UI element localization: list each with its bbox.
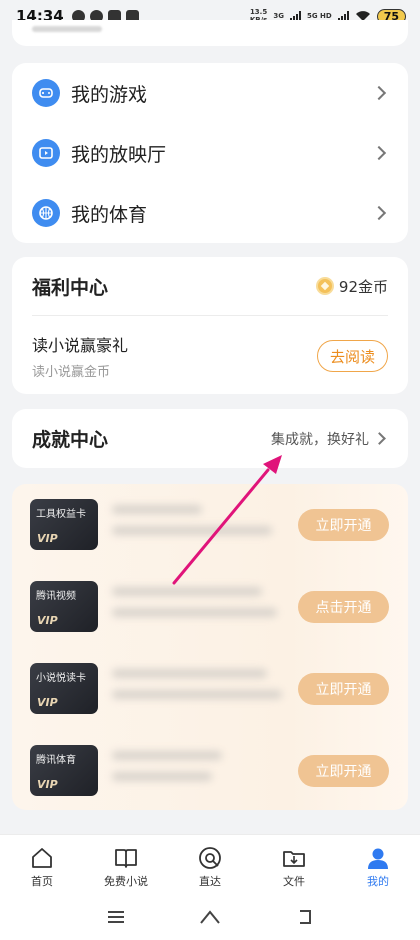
back-icon[interactable]: [294, 908, 314, 926]
vip-badge-vip: VIP: [37, 614, 58, 627]
vip-row: 腾讯视频 VIP 点击开通: [12, 581, 408, 657]
network-gen-1: 3G: [273, 12, 284, 20]
tab-me[interactable]: 我的: [336, 835, 420, 894]
chevron-right-icon: [371, 145, 387, 161]
activate-button[interactable]: 立即开通: [298, 509, 389, 541]
coin-balance[interactable]: 92金币: [315, 276, 388, 297]
vip-badge-name: 腾讯体育: [36, 755, 76, 766]
my-services-card: 我的游戏 我的放映厅 我的体育: [12, 63, 408, 243]
vip-badge-novel: 小说悦读卡 VIP: [30, 663, 98, 714]
reading-task: 读小说赢豪礼 读小说赢金币 去阅读: [12, 316, 408, 380]
tab-label: 免费小说: [104, 875, 148, 888]
vip-badge-tools: 工具权益卡 VIP: [30, 499, 98, 550]
chevron-right-icon: [371, 85, 387, 101]
tab-label: 我的: [367, 875, 389, 888]
menu-item-label: 我的放映厅: [71, 143, 167, 166]
net-speed-value: 13.5: [249, 8, 268, 16]
tab-direct[interactable]: 直达: [168, 835, 252, 894]
vip-badge-vip: VIP: [37, 696, 58, 709]
blurred-offer-text: [112, 669, 282, 709]
menu-item-games[interactable]: 我的游戏: [12, 63, 408, 123]
menu-item-screening-hall[interactable]: 我的放映厅: [12, 123, 408, 183]
coin-icon: [315, 277, 334, 295]
coin-amount: 92金币: [338, 277, 388, 296]
menu-item-sports[interactable]: 我的体育: [12, 183, 408, 243]
task-title: 读小说赢豪礼: [32, 336, 129, 355]
vip-row: 小说悦读卡 VIP 立即开通: [12, 663, 408, 739]
vip-row: 工具权益卡 VIP 立即开通: [12, 499, 408, 575]
search-circle-icon: [199, 847, 221, 869]
system-navigation-bar: [0, 894, 420, 940]
vip-badge-name: 腾讯视频: [36, 591, 76, 602]
activate-button[interactable]: 点击开通: [298, 591, 389, 623]
network-gen-2: 5G HD: [306, 12, 332, 20]
gamepad-icon: [32, 79, 60, 107]
achievement-title: 成就中心: [32, 429, 109, 451]
tab-label: 首页: [31, 875, 53, 888]
tab-free-novels[interactable]: 免费小说: [84, 835, 168, 894]
achievement-center-card[interactable]: 成就中心 集成就，换好礼: [12, 409, 408, 468]
vip-badge-tencent-sports: 腾讯体育 VIP: [30, 745, 98, 796]
vip-offers-card: 工具权益卡 VIP 立即开通 腾讯视频 VIP 点击开通 小说悦读卡 VIP 立…: [12, 484, 408, 810]
menu-item-label: 我的体育: [71, 203, 148, 226]
previous-card-edge: [12, 20, 408, 46]
blurred-offer-text: [112, 587, 282, 627]
folder-download-icon: [283, 851, 305, 867]
blurred-offer-text: [112, 505, 282, 545]
vip-badge-name: 小说悦读卡: [36, 673, 86, 684]
vip-badge-vip: VIP: [37, 532, 58, 545]
person-icon: [368, 848, 388, 869]
welfare-title: 福利中心: [32, 276, 109, 299]
activate-button[interactable]: 立即开通: [298, 673, 389, 705]
vip-badge-name: 工具权益卡: [36, 509, 86, 520]
basketball-icon: [32, 199, 60, 227]
bottom-navigation: 首页 免费小说 直达 文件 我的: [0, 834, 420, 894]
play-screen-icon: [32, 139, 60, 167]
activate-button[interactable]: 立即开通: [298, 755, 389, 787]
task-subtitle: 读小说赢金币: [32, 365, 111, 380]
home-nav-icon[interactable]: [199, 908, 221, 926]
home-icon: [32, 848, 52, 868]
chevron-right-icon: [371, 205, 387, 221]
chevron-right-icon: [373, 432, 386, 445]
tab-label: 直达: [199, 875, 221, 888]
blurred-offer-text: [112, 751, 282, 791]
blurred-text: [32, 26, 102, 32]
vip-row: 腾讯体育 VIP 立即开通: [12, 745, 408, 821]
go-read-button[interactable]: 去阅读: [317, 340, 388, 372]
tab-label: 文件: [283, 875, 305, 888]
vip-badge-vip: VIP: [37, 778, 58, 791]
welfare-center-card: 福利中心 92金币 读小说赢豪礼 读小说赢金币 去阅读: [12, 257, 408, 394]
tab-home[interactable]: 首页: [0, 835, 84, 894]
book-icon: [115, 849, 137, 868]
achievement-subtitle: 集成就，换好礼: [271, 431, 369, 448]
menu-item-label: 我的游戏: [71, 83, 148, 106]
vip-badge-tencent-video: 腾讯视频 VIP: [30, 581, 98, 632]
menu-icon[interactable]: [106, 909, 126, 925]
tab-files[interactable]: 文件: [252, 835, 336, 894]
